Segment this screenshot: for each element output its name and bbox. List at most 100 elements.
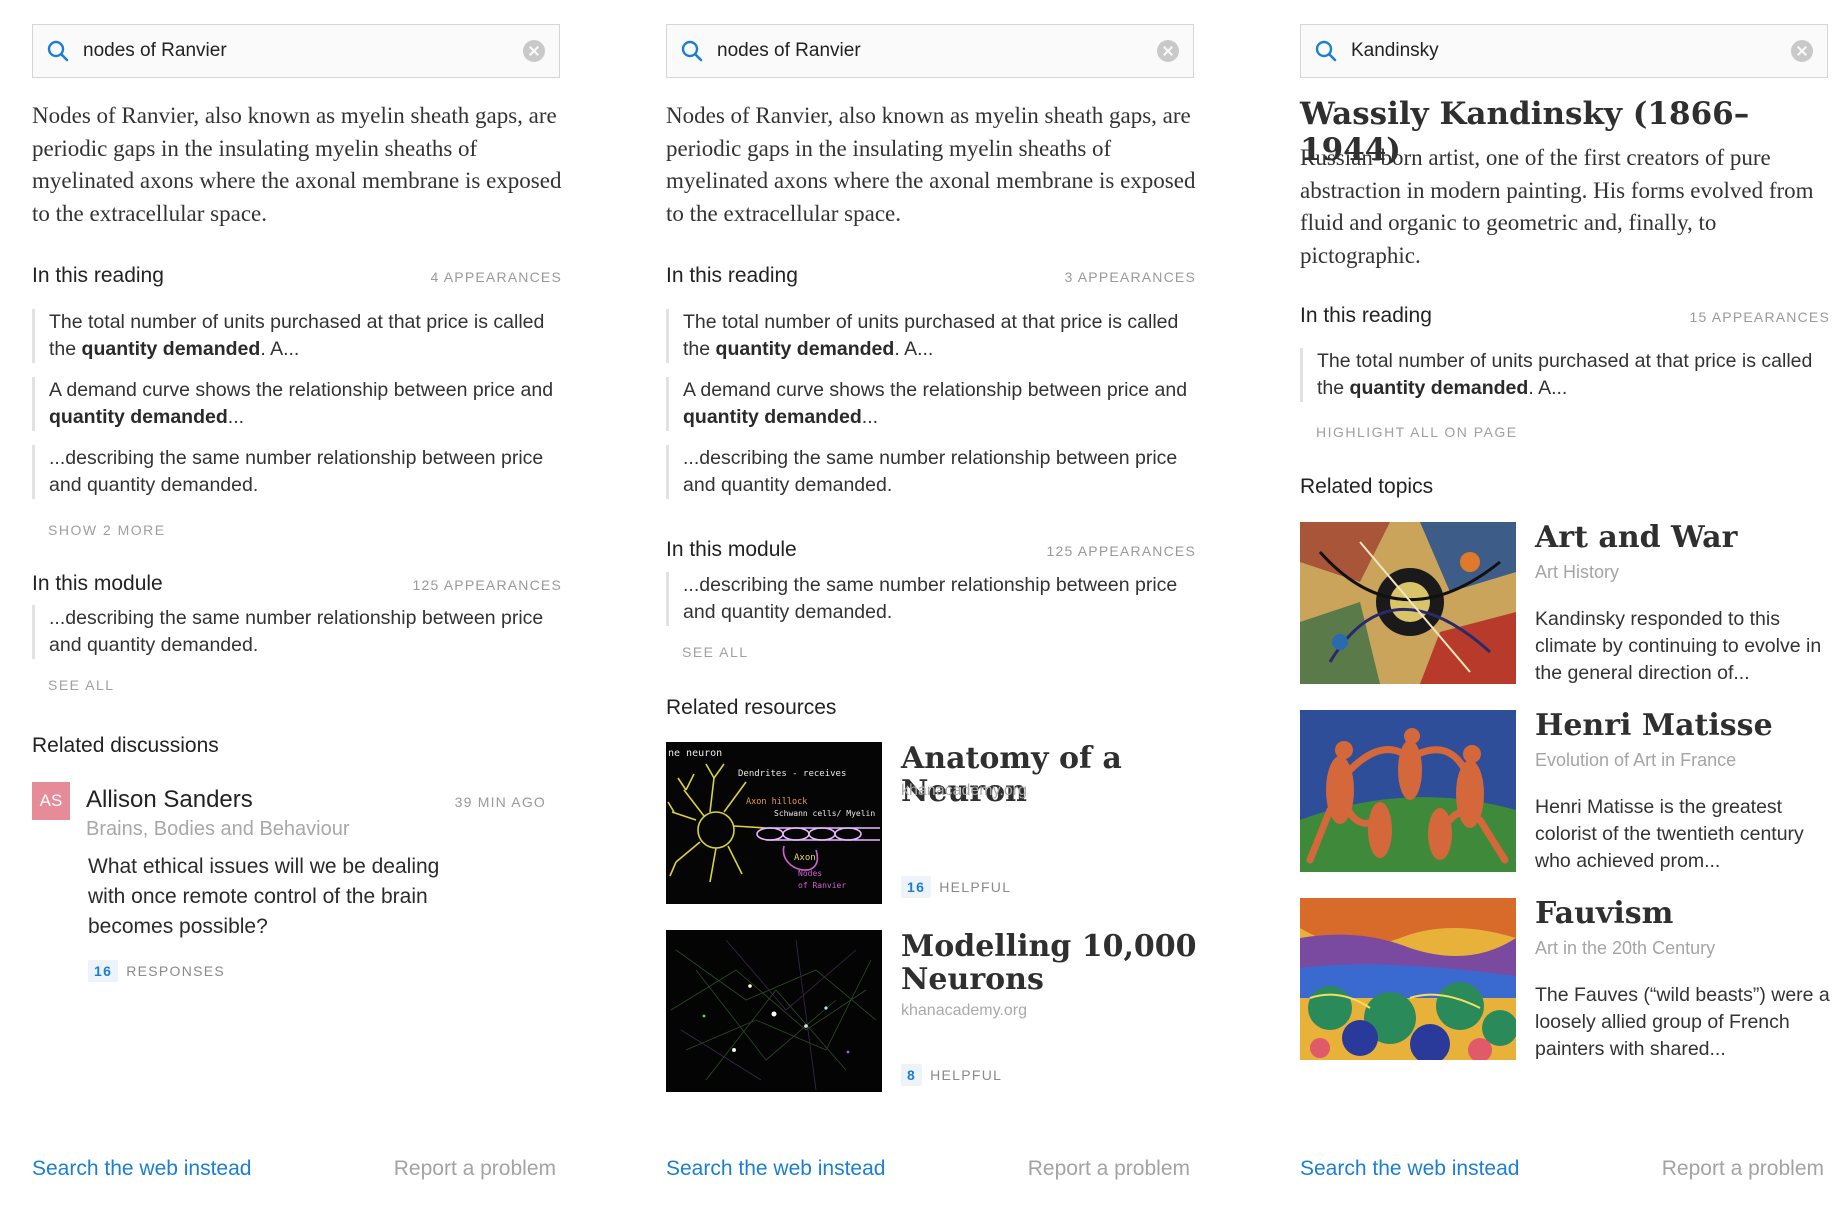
fauvist-landscape-image [1300, 898, 1516, 1060]
quote-highlight: quantity demanded [683, 406, 862, 428]
topic-title[interactable]: Art and War [1535, 520, 1737, 555]
search-input[interactable] [1349, 39, 1791, 63]
quote-text: ... [227, 406, 245, 428]
reading-quote[interactable]: ...describing the same number relationsh… [666, 445, 1191, 499]
reading-header: In this reading 4 APPEARANCES [32, 264, 562, 288]
neuron-network-image [666, 930, 882, 1092]
search-icon [1315, 40, 1337, 62]
discussion-question[interactable]: What ethical issues will we be dealing w… [88, 852, 468, 942]
responses-label: RESPONSES [126, 963, 226, 979]
resource-title[interactable]: Modelling 10,000 Neurons [901, 930, 1201, 996]
reading-quote[interactable]: The total number of units purchased at t… [32, 309, 557, 363]
search-bar [1300, 24, 1828, 78]
report-problem-link[interactable]: Report a problem [1028, 1157, 1190, 1181]
quote-highlight: quantity demanded [81, 338, 261, 360]
quote-highlight: quantity demanded [49, 406, 228, 428]
helpful-count: 8 [901, 1064, 923, 1086]
reading-count: 4 APPEARANCES [430, 269, 562, 285]
panel-3: Wassily Kandinsky (1866–1944) Russian-bo… [1300, 0, 1830, 1206]
search-input[interactable] [715, 39, 1157, 63]
quote-text: ...describing the same number relationsh… [49, 447, 544, 496]
resource-source: khanacademy.org [901, 1002, 1027, 1019]
reading-quote[interactable]: A demand curve shows the relationship be… [666, 377, 1191, 431]
report-problem-link[interactable]: Report a problem [394, 1157, 556, 1181]
reading-quote[interactable]: A demand curve shows the relationship be… [32, 377, 557, 431]
quote-text: . A... [260, 338, 300, 360]
reading-title: In this reading [1300, 304, 1432, 327]
panel-2: Nodes of Ranvier, also known as myelin s… [666, 0, 1197, 1206]
see-all-link[interactable]: SEE ALL [48, 677, 115, 693]
responses-row[interactable]: 16 RESPONSES [88, 960, 225, 982]
resource-thumbnail[interactable]: ne neuron Dendrites - receives Axon hill… [666, 742, 882, 904]
clear-icon[interactable] [523, 40, 545, 62]
reading-header: In this reading 15 APPEARANCES [1300, 304, 1830, 328]
search-web-link[interactable]: Search the web instead [666, 1157, 885, 1181]
thumb-label: Nodes [798, 869, 822, 878]
resource-item[interactable]: Modelling 10,000 Neurons khanacademy.org… [666, 930, 1197, 1094]
helpful-label: HELPFUL [930, 1067, 1003, 1083]
module-count: 125 APPEARANCES [412, 577, 562, 593]
topic-subtitle: Art History [1535, 562, 1620, 582]
search-input[interactable] [81, 39, 523, 63]
module-count: 125 APPEARANCES [1046, 543, 1196, 559]
see-all-link[interactable]: SEE ALL [682, 644, 749, 660]
resource-thumbnail[interactable] [666, 930, 882, 1092]
topic-description: Kandinsky responded to this climate by c… [1535, 608, 1822, 684]
reading-count: 15 APPEARANCES [1689, 309, 1830, 325]
reading-quote[interactable]: The total number of units purchased at t… [666, 309, 1191, 363]
topic-description: The Fauves (“wild beasts”) were a loosel… [1535, 984, 1830, 1060]
quote-text: A demand curve shows the relationship be… [49, 379, 554, 401]
quote-text: A demand curve shows the relationship be… [683, 379, 1188, 401]
related-topics-title: Related topics [1300, 475, 1434, 498]
discussion-item[interactable]: AS Allison Sanders 39 MIN AGO Brains, Bo… [32, 782, 562, 1002]
highlight-all-link[interactable]: HIGHLIGHT ALL ON PAGE [1316, 424, 1518, 440]
clear-icon[interactable] [1157, 40, 1179, 62]
show-more-link[interactable]: SHOW 2 MORE [48, 522, 166, 538]
report-problem-link[interactable]: Report a problem [1662, 1157, 1824, 1181]
quote-text: . A... [894, 338, 934, 360]
quote-text: ...describing the same number relationsh… [683, 574, 1178, 623]
search-web-link[interactable]: Search the web instead [32, 1157, 251, 1181]
discussion-group: Brains, Bodies and Behaviour [86, 818, 350, 840]
helpful-row[interactable]: 8 HELPFUL [901, 1064, 1002, 1086]
thumb-label: ne neuron [668, 748, 722, 759]
helpful-row[interactable]: 16 HELPFUL [901, 876, 1011, 898]
search-web-link[interactable]: Search the web instead [1300, 1157, 1519, 1181]
author-name[interactable]: Allison Sanders [86, 786, 253, 814]
module-title: In this module [32, 572, 163, 595]
topic-description: Henri Matisse is the greatest colorist o… [1535, 796, 1804, 872]
abstract-painting-image [1300, 522, 1516, 684]
topic-thumbnail[interactable] [1300, 898, 1516, 1060]
search-bar [32, 24, 560, 78]
module-quote[interactable]: ...describing the same number relationsh… [666, 572, 1191, 626]
related-discussions-title: Related discussions [32, 734, 219, 757]
thumb-label: of Ranvier [798, 881, 846, 890]
topic-subtitle: Art in the 20th Century [1535, 938, 1716, 958]
resource-item[interactable]: ne neuron Dendrites - receives Axon hill… [666, 742, 1196, 906]
search-icon [47, 40, 69, 62]
topic-item[interactable]: Fauvism Art in the 20th Century The Fauv… [1300, 896, 1830, 1064]
quote-highlight: quantity demanded [715, 338, 895, 360]
topic-title[interactable]: Fauvism [1535, 896, 1673, 931]
thumb-label: Axon hillock [746, 797, 807, 807]
topic-thumbnail[interactable] [1300, 522, 1516, 684]
module-title: In this module [666, 538, 797, 561]
thumb-label: Axon [794, 853, 816, 863]
reading-title: In this reading [666, 264, 798, 287]
topic-item[interactable]: Art and War Art History Kandinsky respon… [1300, 520, 1830, 688]
module-quote[interactable]: ...describing the same number relationsh… [32, 605, 557, 659]
topic-thumbnail[interactable] [1300, 710, 1516, 872]
topic-item[interactable]: Henri Matisse Evolution of Art in France… [1300, 708, 1830, 876]
clear-icon[interactable] [1791, 40, 1813, 62]
avatar-initials: AS [39, 791, 63, 810]
dance-painting-image [1300, 710, 1516, 872]
reading-quote[interactable]: ...describing the same number relationsh… [32, 445, 557, 499]
definition-text: Nodes of Ranvier, also known as myelin s… [32, 103, 562, 226]
quote-highlight: quantity demanded [1349, 377, 1529, 399]
avatar: AS [32, 782, 70, 820]
reading-quote[interactable]: The total number of units purchased at t… [1300, 348, 1825, 402]
topic-title[interactable]: Henri Matisse [1535, 708, 1773, 743]
responses-count: 16 [88, 960, 119, 982]
resource-source: khanacademy.org [901, 782, 1027, 799]
module-header: In this module 125 APPEARANCES [32, 572, 562, 596]
